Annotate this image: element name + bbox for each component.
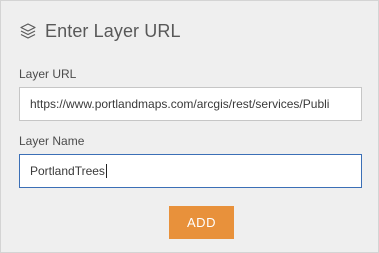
enter-layer-url-panel: Enter Layer URL Layer URL https://www.po… bbox=[0, 0, 379, 253]
panel-title: Enter Layer URL bbox=[45, 20, 181, 41]
layer-name-label: Layer Name bbox=[19, 134, 85, 148]
panel-header: Enter Layer URL bbox=[19, 19, 181, 43]
text-cursor bbox=[105, 164, 107, 178]
layer-url-value: https://www.portlandmaps.com/arcgis/rest… bbox=[30, 97, 330, 111]
layer-url-input[interactable]: https://www.portlandmaps.com/arcgis/rest… bbox=[19, 87, 362, 121]
layer-name-value: PortlandTrees bbox=[30, 164, 105, 178]
layer-name-input[interactable]: PortlandTrees bbox=[19, 154, 362, 188]
add-button[interactable]: ADD bbox=[169, 206, 234, 239]
layers-icon bbox=[19, 22, 37, 40]
layer-url-label: Layer URL bbox=[19, 67, 77, 81]
